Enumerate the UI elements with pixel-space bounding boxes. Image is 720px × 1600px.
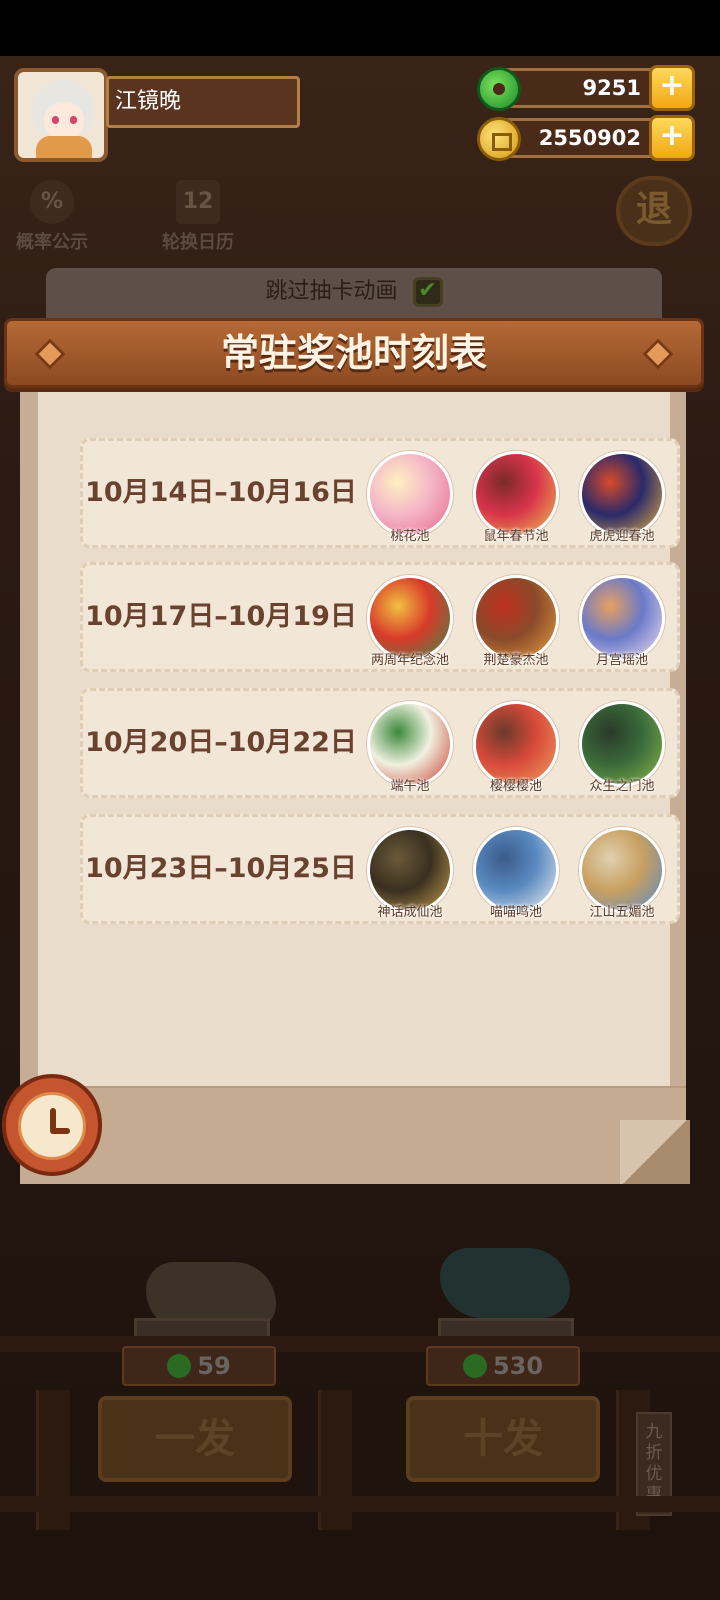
pool-name: 江山五媚池 [589,905,655,920]
pool-card[interactable]: 端午池 [365,701,455,794]
schedule-row: 10月14日–10月16日桃花池 鼠年春节池 虎虎迎春池 [80,438,680,548]
pool-name: 虎虎迎春池 [589,529,655,544]
pool-name: 端午池 [390,779,430,794]
pool-card[interactable]: 荆楚豪杰池 [471,575,561,668]
modal-title: 常驻奖池时刻表 [220,331,487,375]
pool-card[interactable]: 鼠年春节池 [471,451,561,544]
pool-card[interactable]: 月宫瑶池 [577,575,667,668]
pool-card[interactable]: 桃花池 [365,451,455,544]
pool-card[interactable]: 虎虎迎春池 [577,451,667,544]
pool-name: 桃花池 [390,529,430,544]
pool-name: 樱樱樱池 [489,779,542,794]
add-coins-button[interactable]: + [649,115,695,161]
modal-footer [20,1086,686,1184]
jade-balance: 9251 + [477,65,695,111]
ten-draw-button[interactable]: 十发 [406,1396,600,1482]
pool-card[interactable]: 樱樱樱池 [471,701,561,794]
date-range: 10月14日–10月16日 [85,477,357,508]
schedule-row: 10月23日–10月25日神话成仙池 喵喵鸣池 江山五媚池 [80,814,680,924]
status-bar [0,0,720,56]
schedule-row: 10月17日–10月19日两周年纪念池 荆楚豪杰池 月宫瑶池 [80,562,680,672]
modal-header: 常驻奖池时刻表 [4,318,704,388]
jade-icon [462,1354,487,1378]
calendar-label: 轮换日历 [162,232,234,253]
pool-name: 两周年纪念池 [370,653,449,668]
date-range: 10月20日–10月22日 [85,727,357,758]
pool-card[interactable]: 众生之门池 [577,701,667,794]
pool-card[interactable]: 神话成仙池 [365,827,455,920]
jade-icon [477,67,521,111]
pool-name: 众生之门池 [589,779,655,794]
pool-card[interactable]: 江山五媚池 [577,827,667,920]
date-range: 10月17日–10月19日 [85,601,357,632]
shelf [0,1336,720,1352]
single-draw-cost: 59 [122,1346,276,1386]
checkbox-icon[interactable]: ✔ [412,277,443,307]
skip-animation-label: 跳过抽卡动画 [265,279,398,304]
coin-balance: 2550902 + [477,115,695,161]
add-jade-button[interactable]: + [649,65,695,111]
single-draw-button[interactable]: 一发 [98,1396,292,1482]
coin-icon [477,117,521,161]
coin-amount: 2550902 [538,126,641,150]
pool-card[interactable]: 两周年纪念池 [365,575,455,668]
player-avatar[interactable] [14,68,108,162]
clock-icon [2,1074,102,1176]
probability-label: 概率公示 [16,232,88,253]
skip-animation-toggle[interactable]: 跳过抽卡动画 ✔ [46,268,662,318]
player-name: 江镜晚 [106,76,300,128]
pool-name: 神话成仙池 [377,905,443,920]
pool-name: 鼠年春节池 [483,529,549,544]
page-curl [620,1120,690,1184]
pool-name: 荆楚豪杰池 [483,653,549,668]
pool-name: 月宫瑶池 [595,653,648,668]
rotation-calendar-button[interactable]: 12 轮换日历 [162,180,234,254]
ten-draw-cost: 530 [426,1346,580,1386]
date-range: 10月23日–10月25日 [85,853,357,884]
pool-name: 喵喵鸣池 [489,905,542,920]
jade-amount: 9251 [582,76,641,100]
ten-draw-fish-icon [440,1248,570,1318]
jade-icon [167,1354,192,1378]
schedule-row: 10月20日–10月22日端午池 樱樱樱池 众生之门池 [80,688,680,798]
probability-button[interactable]: % 概率公示 [16,180,88,254]
shelf-bottom [0,1496,720,1512]
calendar-icon: 12 [176,180,220,224]
percent-icon: % [30,180,74,224]
exit-button[interactable]: 退 [616,176,692,246]
pool-card[interactable]: 喵喵鸣池 [471,827,561,920]
